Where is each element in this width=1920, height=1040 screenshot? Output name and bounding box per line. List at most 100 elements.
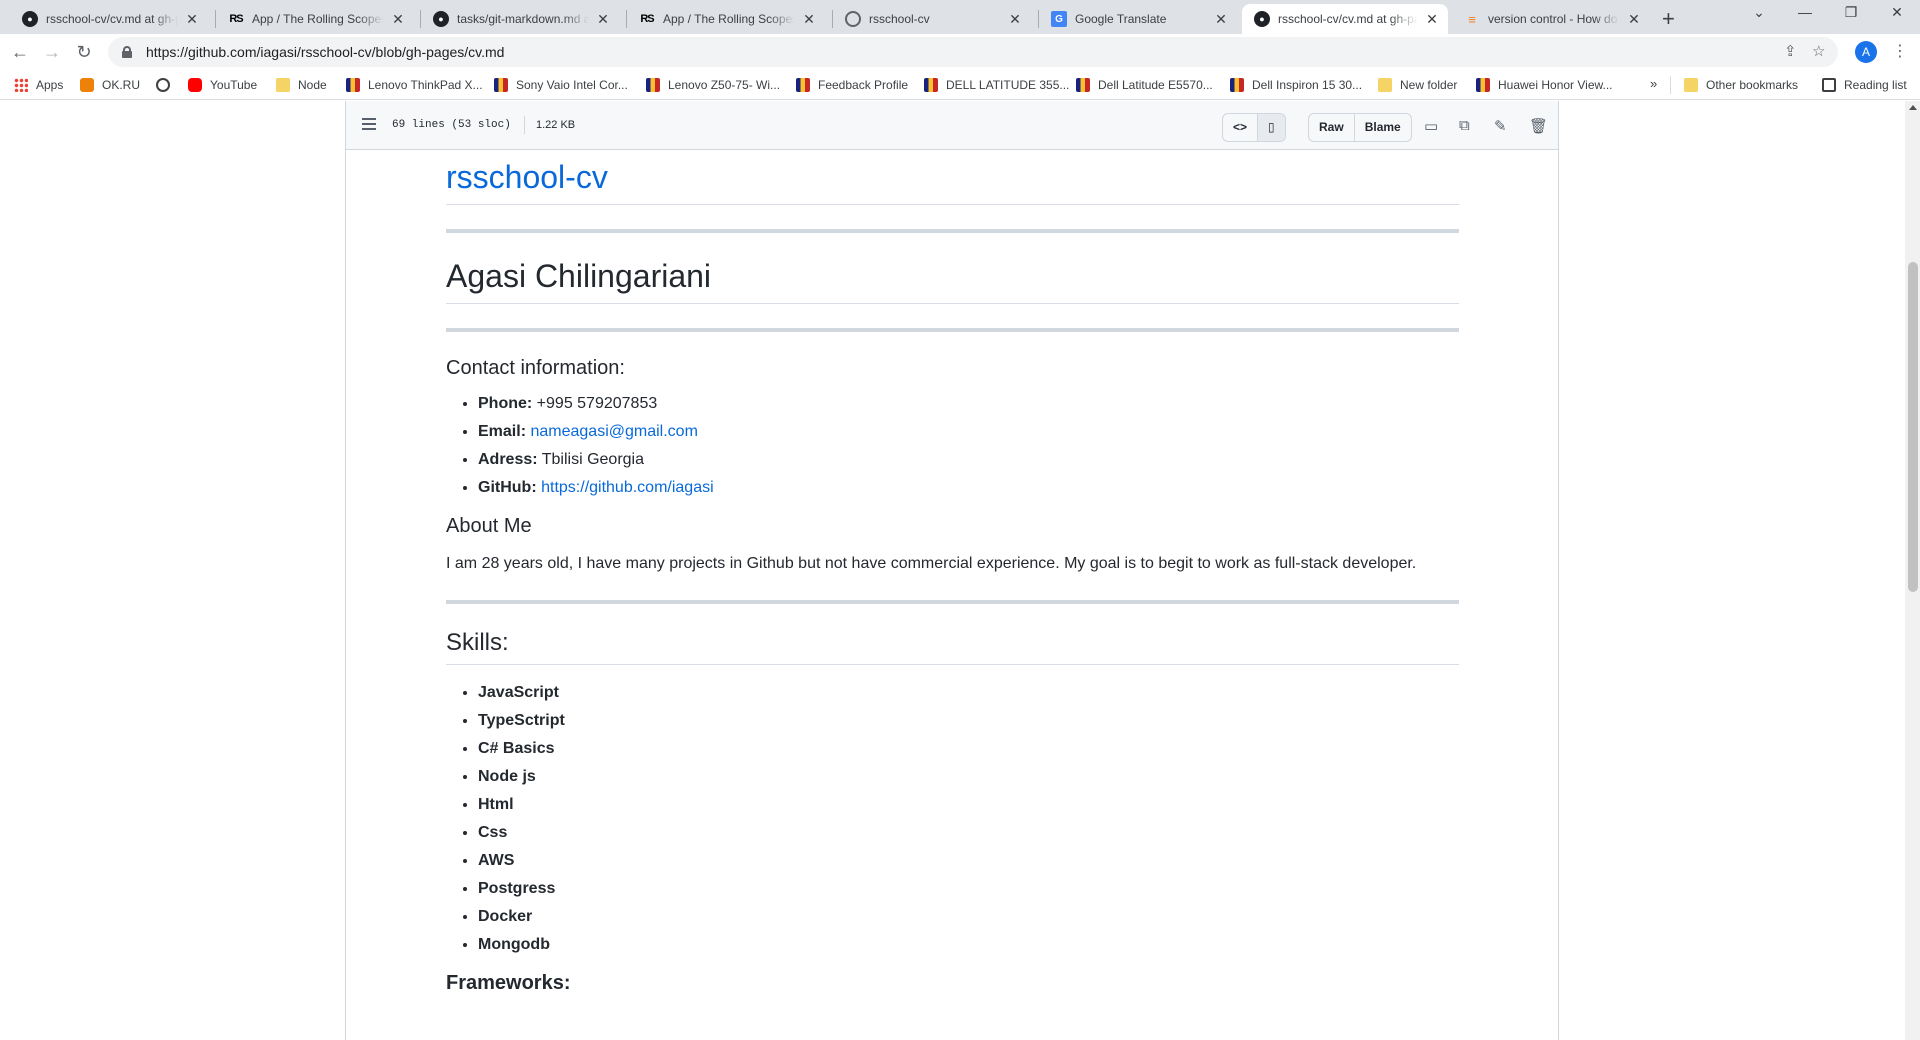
browser-tab[interactable]: RS App / The Rolling Scopes School ✕ [216, 4, 414, 34]
tab-title: version control - How do I [1488, 12, 1620, 26]
list-item: JavaScript [478, 683, 1459, 703]
list-item: TypeSctript [478, 711, 1459, 731]
close-icon[interactable]: ✕ [1424, 11, 1440, 28]
skills-list: JavaScript TypeSctript C# Basics Node js… [446, 683, 1459, 955]
folder-icon [276, 78, 290, 92]
bookmark-lenovo-z50[interactable]: Lenovo Z50-75- Wi... [646, 76, 780, 94]
close-icon[interactable]: ✕ [801, 11, 817, 28]
contact-list: Phone: +995 579207853 Email: nameagasi@g… [446, 394, 1459, 498]
github-link[interactable]: https://github.com/iagasi [541, 479, 714, 496]
list-item: Html [478, 795, 1459, 815]
browser-tab-active[interactable]: ● rsschool-cv/cv.md at gh-pages ✕ [1242, 4, 1448, 34]
scroll-up-arrow-icon[interactable] [1909, 105, 1917, 110]
skills-heading: Skills: [446, 628, 1459, 665]
cv-name-heading: Agasi Chilingariani [446, 257, 1459, 304]
globe-icon [156, 78, 170, 92]
bookmark-lenovo-thinkpad[interactable]: Lenovo ThinkPad X... [346, 76, 483, 94]
contact-address: Adress: Tbilisi Georgia [478, 450, 1459, 470]
other-bookmarks[interactable]: Other bookmarks [1684, 76, 1798, 94]
scrollbar-thumb[interactable] [1908, 262, 1918, 592]
close-icon[interactable]: ✕ [1213, 11, 1229, 28]
raw-button[interactable]: Raw [1309, 114, 1354, 141]
reload-button[interactable]: ↻ [72, 40, 96, 64]
bookmarks-bar: Apps OK.RU YouTube Node Lenovo ThinkPad … [0, 70, 1920, 100]
browser-tab[interactable]: ● rsschool-cv/cv.md at gh-pages ✕ [10, 4, 208, 34]
menu-icon[interactable]: ⋮ [1892, 41, 1908, 61]
minimize-button[interactable]: — [1782, 4, 1828, 20]
browser-tab[interactable]: G Google Translate ✕ [1039, 4, 1237, 34]
share-icon[interactable]: ⇪ [1784, 42, 1797, 60]
restore-button[interactable]: ❐ [1828, 4, 1874, 21]
google-translate-icon: G [1051, 11, 1067, 27]
tab-title: rsschool-cv [869, 12, 930, 26]
horizontal-rule [446, 328, 1459, 332]
bookmark-dell-inspiron[interactable]: Dell Inspiron 15 30... [1230, 76, 1362, 94]
list-item: AWS [478, 851, 1459, 871]
close-icon[interactable]: ✕ [184, 11, 200, 28]
delete-trash-icon[interactable]: 🗑 [1529, 117, 1548, 135]
code-view-icon[interactable]: <> [1223, 114, 1257, 141]
bookmark-sony-vaio[interactable]: Sony Vaio Intel Cor... [494, 76, 628, 94]
url-text[interactable]: https://github.com/iagasi/rsschool-cv/bl… [146, 44, 504, 60]
apps-icon [14, 78, 28, 92]
reading-list-icon [1822, 78, 1836, 92]
site-title-link[interactable]: rsschool-cv [446, 154, 1459, 205]
bookmarks-overflow-button[interactable]: » [1650, 76, 1657, 91]
browser-tab[interactable]: RS App / The Rolling Scopes School ✕ [627, 4, 825, 34]
profile-avatar[interactable]: A [1855, 41, 1877, 63]
bookmark-dell-latitude-e5570[interactable]: Dell Latitude E5570... [1076, 76, 1213, 94]
desktop-icon[interactable]: ▭ [1424, 117, 1438, 135]
bookmark-feedback-profile[interactable]: Feedback Profile [796, 76, 908, 94]
github-icon: ● [22, 11, 38, 27]
back-button[interactable]: ← [8, 40, 32, 64]
raw-blame-group: Raw Blame [1308, 113, 1412, 142]
bookmark-apps[interactable]: Apps [14, 76, 63, 94]
email-link[interactable]: nameagasi@gmail.com [530, 423, 697, 440]
bookmark-new-folder[interactable]: New folder [1378, 76, 1457, 94]
shop-icon [924, 78, 938, 92]
close-window-button[interactable]: ✕ [1874, 4, 1920, 21]
address-bar[interactable]: https://github.com/iagasi/rsschool-cv/bl… [108, 37, 1838, 67]
contact-github: GitHub: https://github.com/iagasi [478, 478, 1459, 498]
bookmark-node[interactable]: Node [276, 76, 327, 94]
globe-icon [845, 11, 861, 27]
browser-tab[interactable]: ● tasks/git-markdown.md at master ✕ [421, 4, 619, 34]
tab-title: App / The Rolling Scopes School [663, 12, 795, 26]
outline-list-icon[interactable] [362, 118, 376, 130]
contact-phone: Phone: +995 579207853 [478, 394, 1459, 414]
preview-view-icon[interactable]: ▯ [1257, 114, 1285, 141]
folder-icon [1684, 78, 1698, 92]
reading-list[interactable]: Reading list [1822, 76, 1907, 94]
close-icon[interactable]: ✕ [1626, 11, 1642, 28]
youtube-icon [188, 78, 202, 92]
forward-button[interactable]: → [40, 40, 64, 64]
new-tab-button[interactable]: + [1662, 6, 1675, 32]
lock-icon[interactable] [122, 46, 132, 58]
rs-icon: RS [640, 13, 654, 25]
tab-title: tasks/git-markdown.md at master [457, 12, 589, 26]
bookmark-youtube[interactable]: YouTube [188, 76, 257, 94]
browser-tab[interactable]: rsschool-cv ✕ [833, 4, 1031, 34]
copy-icon[interactable]: ⧉ [1459, 117, 1470, 134]
markdown-body: rsschool-cv Agasi Chilingariani Contact … [446, 150, 1459, 1009]
edit-pencil-icon[interactable]: ✎ [1494, 117, 1507, 135]
list-item: Postgress [478, 879, 1459, 899]
bookmark-dell-latitude-355[interactable]: DELL LATITUDE 355... [924, 76, 1069, 94]
bookmark-huawei-honor[interactable]: Huawei Honor View... [1476, 76, 1613, 94]
tab-search-icon[interactable]: ⌄ [1736, 4, 1782, 21]
bookmark-globe[interactable] [156, 76, 178, 94]
close-icon[interactable]: ✕ [390, 11, 406, 28]
browser-tab[interactable]: ≡ version control - How do I ✕ [1452, 4, 1650, 34]
contact-email: Email: nameagasi@gmail.com [478, 422, 1459, 442]
close-icon[interactable]: ✕ [595, 11, 611, 28]
tab-title: Google Translate [1075, 12, 1167, 26]
close-icon[interactable]: ✕ [1007, 11, 1023, 28]
page-scrollbar[interactable] [1905, 101, 1920, 1040]
file-box: 69 lines (53 sloc) 1.22 KB <> ▯ Raw Blam… [345, 101, 1559, 1040]
bookmark-star-icon[interactable]: ☆ [1812, 42, 1825, 60]
tab-title: rsschool-cv/cv.md at gh-pages [46, 12, 178, 26]
shop-icon [346, 78, 360, 92]
blame-button[interactable]: Blame [1353, 114, 1411, 141]
page-content: 69 lines (53 sloc) 1.22 KB <> ▯ Raw Blam… [0, 101, 1905, 1040]
bookmark-okru[interactable]: OK.RU [80, 76, 140, 94]
